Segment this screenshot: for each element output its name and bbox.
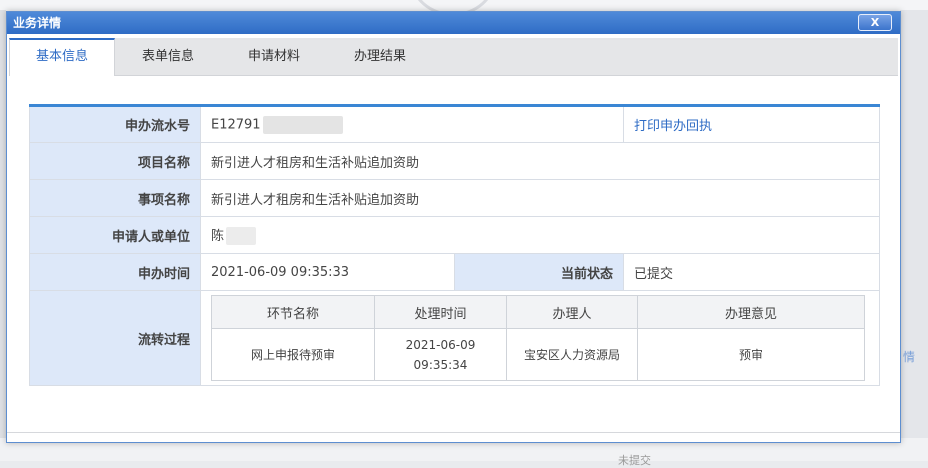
status-value: 已提交 <box>623 253 880 291</box>
time-status-row: 申办时间 2021-06-09 09:35:33 当前状态 已提交 <box>29 253 880 291</box>
tab-application-materials[interactable]: 申请材料 <box>221 38 327 75</box>
time-value: 2021-06-09 09:35:33 <box>200 253 455 291</box>
flow-header-row: 环节名称 处理时间 办理人 办理意见 <box>211 295 865 329</box>
serial-cell: E12791 <box>199 105 625 143</box>
project-value: 新引进人才租房和生活补贴追加资助 <box>200 142 880 180</box>
flow-header-opinion: 办理意见 <box>637 295 865 329</box>
close-icon: X <box>870 16 880 29</box>
flow-header-handler: 办理人 <box>506 295 638 329</box>
print-receipt-link[interactable]: 打印申办回执 <box>623 105 880 143</box>
item-row: 事项名称 新引进人才租房和生活补贴追加资助 <box>29 179 880 217</box>
flow-header-time: 处理时间 <box>374 295 507 329</box>
redacted-block <box>262 115 343 134</box>
background-right-edge <box>900 10 928 450</box>
flow-opinion: 预审 <box>637 328 865 381</box>
background-edge-text: 情 <box>903 350 916 364</box>
status-label: 当前状态 <box>453 253 625 291</box>
background-low-text: 未提交 <box>618 454 651 467</box>
item-label: 事项名称 <box>29 179 201 217</box>
serial-row: 申办流水号 E12791 打印申办回执 <box>29 105 880 143</box>
business-detail-dialog: 业务详情 X 基本信息 表单信息 申请材料 办理结果 申办流水号 E12791 … <box>6 11 901 443</box>
dialog-footer-divider <box>7 432 900 433</box>
dialog-titlebar[interactable]: 业务详情 X <box>7 12 900 34</box>
flow-time: 2021-06-09 09:35:34 <box>374 328 507 381</box>
project-row: 项目名称 新引进人才租房和生活补贴追加资助 <box>29 142 880 180</box>
time-label: 申办时间 <box>29 253 201 291</box>
flow-cell: 环节名称 处理时间 办理人 办理意见 网上申报待预审 2021-06-09 09… <box>200 290 880 386</box>
tab-processing-result[interactable]: 办理结果 <box>327 38 433 75</box>
flow-table: 环节名称 处理时间 办理人 办理意见 网上申报待预审 2021-06-09 09… <box>211 295 865 381</box>
tab-form-info[interactable]: 表单信息 <box>115 38 221 75</box>
tab-bar: 基本信息 表单信息 申请材料 办理结果 <box>9 38 898 76</box>
flow-label: 流转过程 <box>29 290 201 386</box>
flow-stage: 网上申报待预审 <box>211 328 375 381</box>
table-row: 网上申报待预审 2021-06-09 09:35:34 宝安区人力资源局 预审 <box>211 328 865 381</box>
applicant-cell: 陈 <box>200 216 880 254</box>
item-value: 新引进人才租房和生活补贴追加资助 <box>200 179 880 217</box>
basic-info-table: 申办流水号 E12791 打印申办回执 项目名称 新引进人才租房和生活补贴追加资… <box>29 104 880 386</box>
tab-basic-info[interactable]: 基本信息 <box>9 38 115 76</box>
project-label: 项目名称 <box>29 142 201 180</box>
dialog-title: 业务详情 <box>13 16 62 30</box>
applicant-row: 申请人或单位 陈 <box>29 216 880 254</box>
flow-header-stage: 环节名称 <box>211 295 375 329</box>
applicant-value: 陈 <box>211 228 225 244</box>
applicant-label: 申请人或单位 <box>29 216 201 254</box>
serial-value: E12791 <box>211 117 261 132</box>
basic-info-panel: 申办流水号 E12791 打印申办回执 项目名称 新引进人才租房和生活补贴追加资… <box>29 104 880 386</box>
redacted-block <box>226 227 257 246</box>
close-button[interactable]: X <box>858 14 892 31</box>
flow-handler: 宝安区人力资源局 <box>506 328 638 381</box>
flow-row: 流转过程 环节名称 处理时间 办理人 办理意见 网上申报待预审 2021-06-… <box>29 290 880 386</box>
serial-label: 申办流水号 <box>29 105 201 143</box>
